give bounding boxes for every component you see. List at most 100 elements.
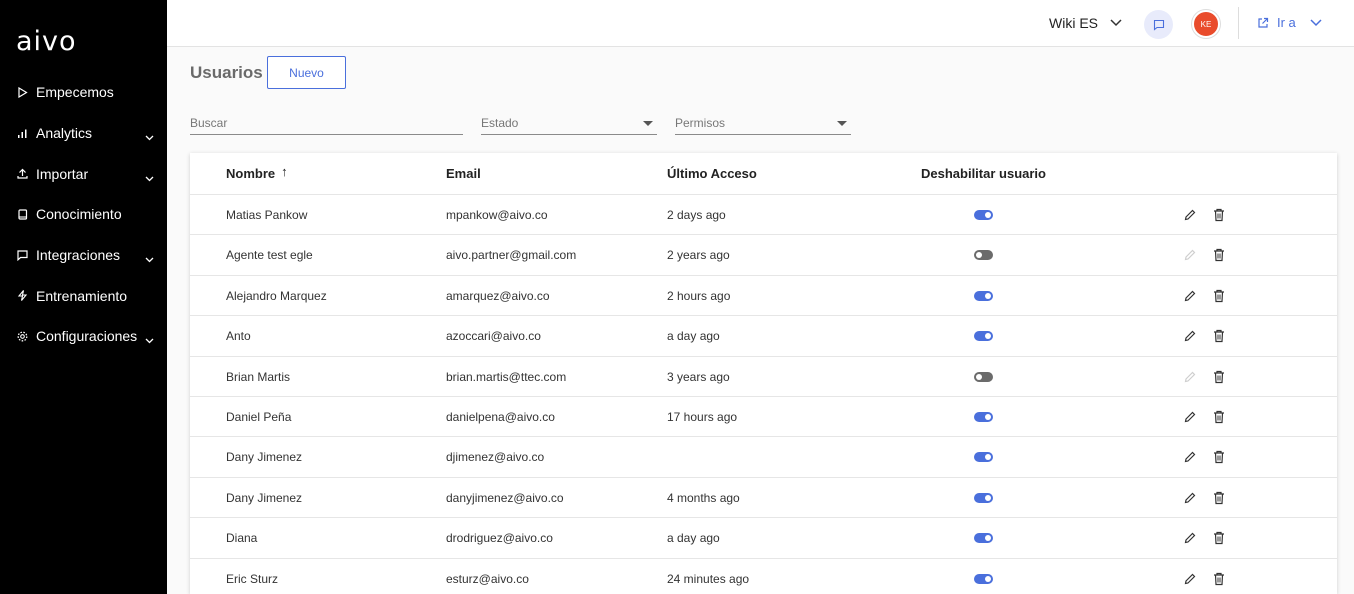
chat-bubble-icon xyxy=(16,249,28,261)
toggle-knob xyxy=(976,373,982,380)
permissions-select[interactable]: Permisos xyxy=(675,112,851,135)
user-last-access: 3 years ago xyxy=(667,369,730,384)
sidebar-item-empecemos[interactable]: Empecemos xyxy=(0,72,167,113)
trash-icon[interactable] xyxy=(1213,450,1225,464)
disable-user-toggle[interactable] xyxy=(974,411,993,422)
trash-icon[interactable] xyxy=(1213,248,1225,262)
sidebar-item-label: Entrenamiento xyxy=(36,287,128,304)
pencil-icon[interactable] xyxy=(1183,329,1197,343)
pencil-icon[interactable] xyxy=(1183,491,1197,505)
chat-button[interactable] xyxy=(1144,10,1173,39)
sidebar-item-label: Conocimiento xyxy=(36,206,122,223)
sidebar-item-label: Importar xyxy=(36,165,89,182)
trash-icon[interactable] xyxy=(1213,410,1225,424)
sidebar-item-entrenamiento[interactable]: Entrenamiento xyxy=(0,275,167,316)
trash-icon[interactable] xyxy=(1213,329,1225,343)
column-header-email: Email xyxy=(446,166,481,181)
user-name: Diana xyxy=(226,531,258,546)
user-last-access: 2 days ago xyxy=(667,208,726,222)
table-row: Dany Jimenez djimenez@aivo.co xyxy=(190,437,1337,478)
chat-bubble-icon xyxy=(1153,19,1164,31)
chevron-down-icon xyxy=(1310,18,1322,26)
disable-user-toggle[interactable] xyxy=(974,290,993,301)
user-email: brian.martis@ttec.com xyxy=(446,369,567,384)
table-row: Anto azoccari@aivo.co a day ago xyxy=(190,316,1337,357)
workspace-selector[interactable]: Wiki ES xyxy=(1049,15,1122,31)
table-row: Daniel Peña danielpena@aivo.co 17 hours ag… xyxy=(190,397,1337,438)
sidebar-item-label: Integraciones xyxy=(36,247,121,264)
user-avatar[interactable]: KE xyxy=(1192,10,1220,38)
toggle-knob xyxy=(985,413,991,420)
user-email: esturz@aivo.co xyxy=(446,571,529,586)
chevron-down-icon xyxy=(145,250,154,266)
disable-user-toggle[interactable] xyxy=(974,492,993,503)
pencil-icon[interactable] xyxy=(1183,208,1197,222)
aivo-logo[interactable]: aivo xyxy=(16,26,77,57)
trash-icon[interactable] xyxy=(1213,289,1225,303)
toggle-knob xyxy=(985,494,991,501)
pencil-icon[interactable] xyxy=(1183,289,1197,303)
disable-user-toggle[interactable] xyxy=(974,533,993,544)
user-last-access: 2 years ago xyxy=(667,248,730,263)
page-title: Usuarios xyxy=(190,63,263,82)
sidebar: aivo Empecemos Analytics Importar Conocimie… xyxy=(0,0,167,594)
user-email: amarquez@aivo.co xyxy=(446,288,550,303)
new-user-button[interactable]: Nuevo xyxy=(267,56,346,89)
user-name: Alejandro Marquez xyxy=(226,288,327,303)
table-header: Nombre ↑ Email Último Acceso Deshabilitar… xyxy=(190,153,1337,195)
column-header-name[interactable]: Nombre ↑ xyxy=(226,164,288,181)
table-body: Matias Pankow mpankow@aivo.co 2 days ago Ag… xyxy=(190,195,1337,594)
sidebar-item-analytics[interactable]: Analytics xyxy=(0,113,167,154)
user-email: azoccari@aivo.co xyxy=(446,329,541,344)
pencil-icon[interactable] xyxy=(1183,410,1197,424)
disable-user-toggle[interactable] xyxy=(974,331,993,342)
user-last-access: 17 hours ago xyxy=(667,409,738,424)
user-email: danyjimenez@aivo.co xyxy=(446,490,564,505)
trash-icon[interactable] xyxy=(1213,208,1225,222)
trash-icon[interactable] xyxy=(1213,491,1225,505)
play-icon xyxy=(16,86,28,98)
disable-user-toggle[interactable] xyxy=(974,452,993,463)
toggle-knob xyxy=(985,292,991,299)
pencil-icon[interactable] xyxy=(1183,531,1197,545)
trash-icon[interactable] xyxy=(1213,370,1225,384)
search-input[interactable]: Buscar xyxy=(190,112,463,135)
toggle-knob xyxy=(985,535,991,542)
sidebar-item-label: Analytics xyxy=(36,125,93,142)
trash-icon[interactable] xyxy=(1213,531,1225,545)
sidebar-item-conocimiento[interactable]: Conocimiento xyxy=(0,194,167,235)
disable-user-toggle[interactable] xyxy=(974,573,993,584)
lightning-icon xyxy=(16,290,28,302)
pencil-icon[interactable] xyxy=(1183,450,1197,464)
gear-icon xyxy=(16,330,28,342)
dropdown-caret-icon xyxy=(643,121,653,126)
disable-user-toggle[interactable] xyxy=(974,210,993,220)
bar-chart-icon xyxy=(16,127,28,139)
sidebar-item-integraciones[interactable]: Integraciones xyxy=(0,235,167,276)
user-name: Matias Pankow xyxy=(226,208,308,222)
sidebar-item-configuraciones[interactable]: Configuraciones xyxy=(0,316,167,357)
user-last-access: 4 months ago xyxy=(667,490,740,505)
sidebar-item-importar[interactable]: Importar xyxy=(0,153,167,194)
table-row: Dany Jimenez danyjimenez@aivo.co 4 months … xyxy=(190,478,1337,519)
pencil-icon[interactable] xyxy=(1183,572,1197,586)
user-email: mpankow@aivo.co xyxy=(446,208,548,222)
pencil-icon xyxy=(1183,370,1197,384)
chevron-down-icon xyxy=(1110,19,1122,27)
toggle-knob xyxy=(985,333,991,340)
trash-icon[interactable] xyxy=(1213,572,1225,586)
table-row: Eric Sturz esturz@aivo.co 24 minutes ago xyxy=(190,559,1337,594)
sidebar-item-label: Empecemos xyxy=(36,84,114,101)
table-row: Brian Martis brian.martis@ttec.com 3 years… xyxy=(190,357,1337,397)
disable-user-toggle[interactable] xyxy=(974,371,993,382)
user-name: Eric Sturz xyxy=(226,571,279,586)
user-email: danielpena@aivo.co xyxy=(446,409,555,424)
goto-menu[interactable]: Ir a xyxy=(1257,15,1322,30)
status-select[interactable]: Estado xyxy=(481,112,657,135)
user-last-access: 24 minutes ago xyxy=(667,571,750,586)
chevron-down-icon xyxy=(145,169,154,185)
permissions-select-label: Permisos xyxy=(675,116,726,130)
table-row: Diana drodriguez@aivo.co a day ago xyxy=(190,518,1337,559)
disable-user-toggle[interactable] xyxy=(974,250,993,261)
user-name: Dany Jimenez xyxy=(226,450,303,465)
